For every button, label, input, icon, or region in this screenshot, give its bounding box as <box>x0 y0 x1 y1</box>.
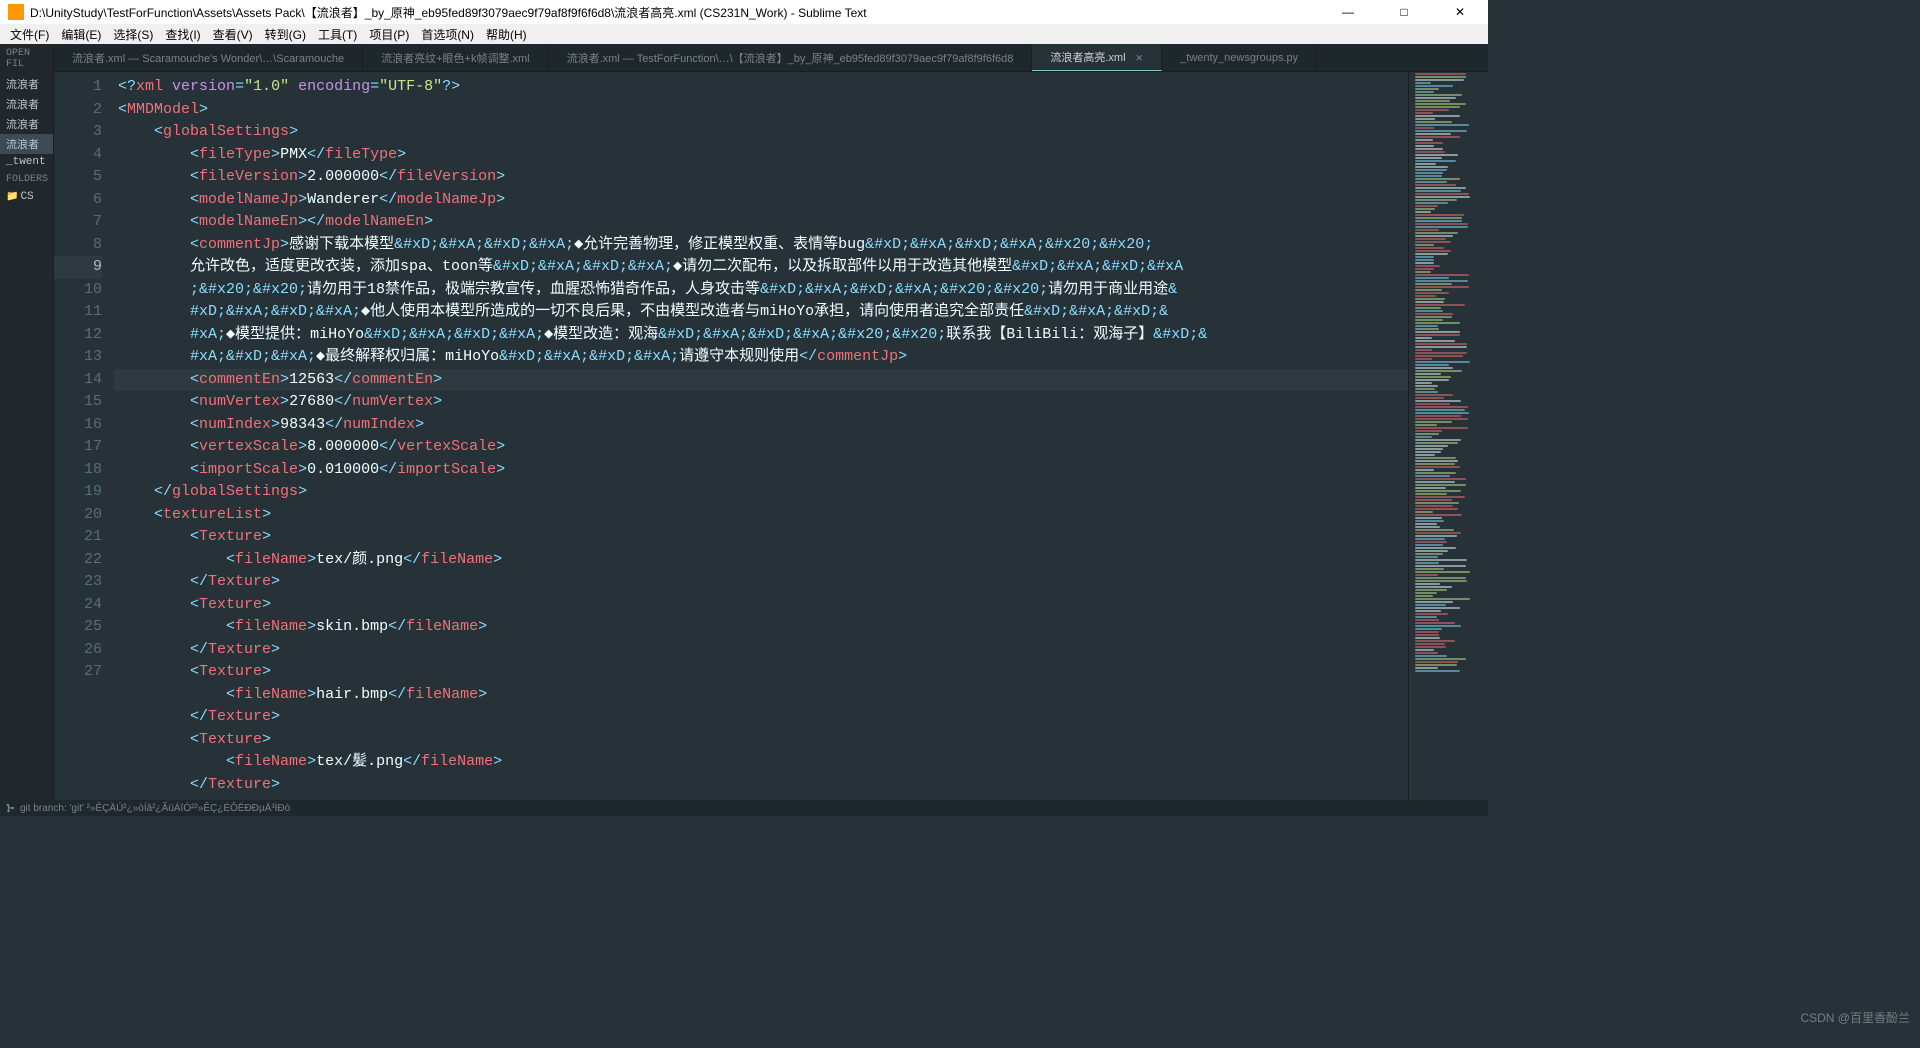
tab-bar: 流浪者.xml — Scaramouche's Wonder\…\Scaramo… <box>54 44 1488 72</box>
statusbar: git branch: 'git' ²»ÊÇÄÚ²¿»òÍâ²¿ÃüÁîÒ²²»… <box>0 800 1488 816</box>
git-branch-icon <box>6 803 16 813</box>
menubar: 文件(F)编辑(E)选择(S)查找(I)查看(V)转到(G)工具(T)项目(P)… <box>0 24 1488 44</box>
tab-label: 流浪者亮纹+眼色+k帧调整.xml <box>381 50 530 66</box>
open-files-header: OPEN FIL <box>0 44 53 74</box>
maximize-button[interactable]: □ <box>1384 5 1424 19</box>
sidebar-open-file[interactable]: 流浪者 <box>0 74 53 94</box>
close-icon[interactable]: × <box>1136 50 1144 65</box>
menu-item[interactable]: 选择(S) <box>107 26 159 43</box>
sidebar-open-file[interactable]: 流浪者 <box>0 134 53 154</box>
sidebar-open-file[interactable]: 流浪者 <box>0 94 53 114</box>
tab-label: 流浪者高亮.xml <box>1050 49 1125 65</box>
menu-item[interactable]: 编辑(E) <box>55 26 107 43</box>
tab[interactable]: 流浪者.xml — TestForFunction\…\【流浪者】_by_原神_… <box>549 44 1033 71</box>
titlebar: D:\UnityStudy\TestForFunction\Assets\Ass… <box>0 0 1488 24</box>
menu-item[interactable]: 转到(G) <box>259 26 312 43</box>
menu-item[interactable]: 文件(F) <box>4 26 55 43</box>
sidebar-open-file[interactable]: _twent <box>0 154 53 170</box>
menu-item[interactable]: 项目(P) <box>363 26 415 43</box>
tab[interactable]: 流浪者.xml — Scaramouche's Wonder\…\Scaramo… <box>54 44 363 71</box>
sidebar-folder[interactable]: CS <box>0 189 53 205</box>
minimize-button[interactable]: — <box>1328 5 1368 19</box>
window-title: D:\UnityStudy\TestForFunction\Assets\Ass… <box>30 4 1328 21</box>
menu-item[interactable]: 工具(T) <box>312 26 363 43</box>
git-status-text: git branch: 'git' ²»ÊÇÄÚ²¿»òÍâ²¿ÃüÁîÒ²²»… <box>20 803 290 814</box>
watermark: CSDN @百里香酚兰 <box>1800 1009 1910 1026</box>
app-icon <box>8 4 24 20</box>
tab[interactable]: 流浪者亮纹+眼色+k帧调整.xml <box>363 44 549 71</box>
tab-label: 流浪者.xml — TestForFunction\…\【流浪者】_by_原神_… <box>567 50 1014 66</box>
code-area[interactable]: <?xml version="1.0" encoding="UTF-8"?><M… <box>114 72 1408 800</box>
tab-label: _twenty_newsgroups.py <box>1180 52 1298 64</box>
line-gutter: 1234567891011121314151617181920212223242… <box>54 72 114 800</box>
close-button[interactable]: ✕ <box>1440 5 1480 19</box>
menu-item[interactable]: 首选项(N) <box>415 26 480 43</box>
menu-item[interactable]: 查看(V) <box>207 26 259 43</box>
minimap[interactable] <box>1408 72 1488 800</box>
sidebar: OPEN FIL 流浪者流浪者流浪者流浪者_twent FOLDERS CS <box>0 44 54 800</box>
sidebar-open-file[interactable]: 流浪者 <box>0 114 53 134</box>
menu-item[interactable]: 帮助(H) <box>480 26 533 43</box>
tab[interactable]: _twenty_newsgroups.py <box>1162 44 1317 71</box>
tab-label: 流浪者.xml — Scaramouche's Wonder\…\Scaramo… <box>72 50 344 66</box>
tab[interactable]: 流浪者高亮.xml × <box>1032 44 1162 71</box>
menu-item[interactable]: 查找(I) <box>159 26 206 43</box>
folders-header: FOLDERS <box>0 170 53 189</box>
